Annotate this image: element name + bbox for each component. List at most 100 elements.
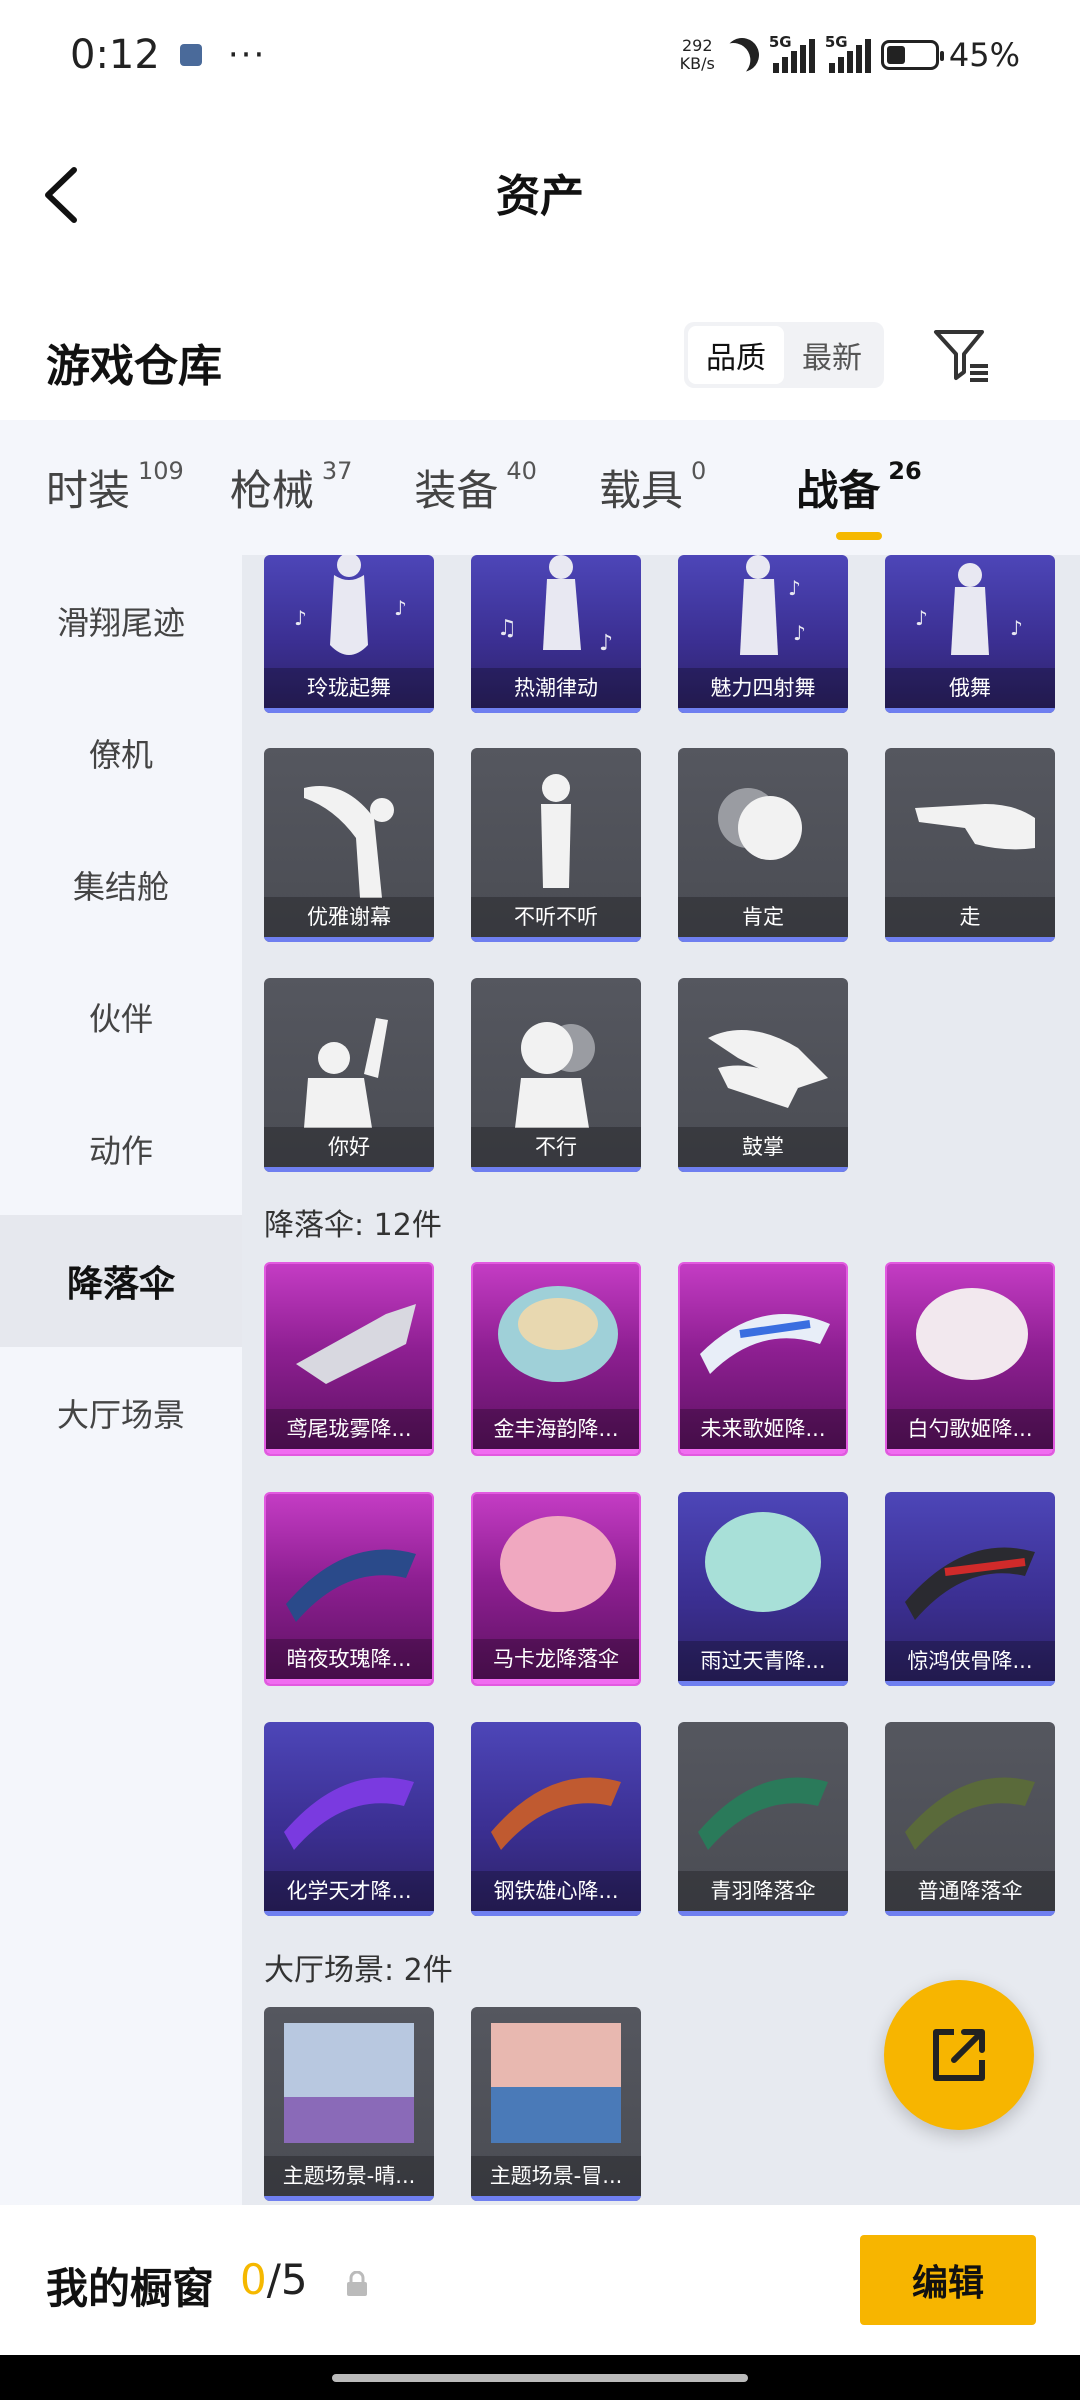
item-label: 你好	[264, 1127, 434, 1167]
item-grid-area[interactable]: ♪ ♪ 玲珑起舞 ♫ ♪ 热潮律动 ♪ ♪ 魅力四射舞 ♪ ♪ 俄舞 优雅谢幕 不	[242, 555, 1080, 2205]
showcase-bar: 我的橱窗 0/5 编辑	[0, 2205, 1080, 2355]
sidebar-item-glide-trail[interactable]: 滑翔尾迹	[0, 555, 242, 687]
sidebar-item-parachute[interactable]: 降落伞	[0, 1215, 242, 1347]
share-fab-button[interactable]	[884, 1980, 1034, 2130]
tab-fashion[interactable]: 时装 109	[46, 457, 184, 518]
tab-label: 时装	[46, 466, 131, 515]
sort-quality-button[interactable]: 品质	[688, 326, 784, 384]
scene-thumbnail-icon	[491, 2023, 621, 2143]
sort-toggle: 品质 最新	[684, 322, 884, 388]
item-label: 马卡龙降落伞	[473, 1639, 639, 1679]
sidebar-item-companion[interactable]: 伙伴	[0, 951, 242, 1083]
parachute-card[interactable]: 普通降落伞	[885, 1722, 1055, 1916]
svg-text:♪: ♪	[294, 606, 307, 630]
parachute-card[interactable]: 未来歌姬降...	[678, 1262, 848, 1456]
tab-readiness[interactable]: 战备 26	[796, 457, 922, 540]
category-tabs: 时装 109 枪械 37 装备 40 载具 0 战备 26	[0, 420, 1080, 555]
item-label: 走	[885, 897, 1055, 937]
parachute-row-2: 暗夜玫瑰降... 马卡龙降落伞 雨过天青降... 惊鸿侠骨降...	[264, 1492, 1055, 1686]
item-label: 化学天才降...	[264, 1871, 434, 1911]
emote-card[interactable]: 不听不听	[471, 748, 641, 942]
item-label: 金丰海韵降...	[473, 1409, 639, 1449]
glider-parachute-icon	[296, 1304, 416, 1384]
parachute-card[interactable]: 鸢尾珑雾降...	[264, 1262, 434, 1456]
sim1-label: 5G	[768, 33, 792, 51]
emote-card[interactable]: ♪ ♪ 魅力四射舞	[678, 555, 848, 713]
sidebar: 滑翔尾迹 僚机 集结舱 伙伴 动作 降落伞 大厅场景	[0, 555, 242, 2205]
wing-parachute-icon	[698, 1777, 828, 1850]
emote-card[interactable]: 鼓掌	[678, 978, 848, 1172]
item-label: 白勺歌姬降...	[887, 1409, 1053, 1449]
lobby-card[interactable]: 主题场景-冒...	[471, 2007, 641, 2201]
emote-card[interactable]: 你好	[264, 978, 434, 1172]
emote-card[interactable]: ♫ ♪ 热潮律动	[471, 555, 641, 713]
cover-ears-icon	[541, 774, 571, 888]
wing-parachute-icon	[491, 1777, 621, 1850]
wing-parachute-icon	[905, 1777, 1035, 1850]
item-label: 不行	[471, 1127, 641, 1167]
tab-label: 载具	[598, 466, 683, 515]
bow-pose-icon	[304, 786, 394, 898]
svg-text:♪: ♪	[915, 606, 928, 630]
showcase-count-current: 0	[240, 2255, 267, 2304]
parachute-card[interactable]: 青羽降落伞	[678, 1722, 848, 1916]
emote-card[interactable]: 肯定	[678, 748, 848, 942]
showcase-count: 0/5	[240, 2255, 308, 2304]
round-parachute-icon	[500, 1516, 616, 1612]
showcase-label: 我的橱窗	[46, 2264, 215, 2313]
item-label: 青羽降落伞	[678, 1871, 848, 1911]
sidebar-item-pod[interactable]: 集结舱	[0, 819, 242, 951]
emote-card[interactable]: 不行	[471, 978, 641, 1172]
lobby-section-title: 大厅场景: 2件	[264, 1953, 453, 1988]
item-label: 俄舞	[885, 668, 1055, 708]
wave-hello-icon	[304, 1018, 388, 1128]
svg-text:♪: ♪	[1010, 616, 1023, 640]
item-label: 魅力四射舞	[678, 668, 848, 708]
filter-icon	[934, 330, 988, 382]
emote-card[interactable]: 优雅谢幕	[264, 748, 434, 942]
battery-percent: 45%	[948, 36, 1020, 74]
wing-parachute-icon	[286, 1549, 416, 1622]
lobby-card[interactable]: 主题场景-晴...	[264, 2007, 434, 2201]
emote-row-2: 优雅谢幕 不听不听 肯定 走	[264, 748, 1055, 942]
wing-parachute-icon	[905, 1547, 1035, 1620]
home-gesture-handle[interactable]	[332, 2374, 748, 2382]
showcase-count-total: /5	[266, 2255, 308, 2304]
sidebar-item-emote[interactable]: 动作	[0, 1083, 242, 1215]
svg-text:♪: ♪	[394, 596, 407, 620]
parachute-card[interactable]: 雨过天青降...	[678, 1492, 848, 1686]
parachute-card[interactable]: 暗夜玫瑰降...	[264, 1492, 434, 1686]
emote-card[interactable]: ♪ ♪ 玲珑起舞	[264, 555, 434, 713]
external-link-icon	[933, 2029, 985, 2081]
sort-newest-button[interactable]: 最新	[784, 326, 880, 384]
parachute-card[interactable]: 化学天才降...	[264, 1722, 434, 1916]
item-label: 未来歌姬降...	[680, 1409, 846, 1449]
clap-hands-icon	[708, 1030, 828, 1108]
filter-button[interactable]	[930, 322, 994, 388]
edit-button[interactable]: 编辑	[860, 2235, 1036, 2325]
parachute-card[interactable]: 马卡龙降落伞	[471, 1492, 641, 1686]
emote-card[interactable]: ♪ ♪ 俄舞	[885, 555, 1055, 713]
tab-label: 枪械	[229, 466, 314, 515]
sidebar-item-lobby[interactable]: 大厅场景	[0, 1347, 242, 1479]
item-label: 普通降落伞	[885, 1871, 1055, 1911]
item-label: 热潮律动	[471, 668, 641, 708]
page-title: 资产	[496, 171, 584, 222]
sidebar-item-wingman[interactable]: 僚机	[0, 687, 242, 819]
pointing-hand-icon	[915, 804, 1035, 850]
tab-count: 37	[321, 457, 353, 485]
parachute-card[interactable]: 钢铁雄心降...	[471, 1722, 641, 1916]
parachute-card[interactable]: 惊鸿侠骨降...	[885, 1492, 1055, 1686]
tab-guns[interactable]: 枪械 37	[230, 457, 353, 518]
emote-card[interactable]: 走	[885, 748, 1055, 942]
parachute-card[interactable]: 金丰海韵降...	[471, 1262, 641, 1456]
svg-text:♪: ♪	[599, 631, 613, 656]
signal-icon-1: 5G	[769, 33, 815, 73]
tab-equipment[interactable]: 装备 40	[414, 457, 537, 518]
sim2-label: 5G	[824, 33, 848, 51]
tab-vehicles[interactable]: 载具 0	[599, 457, 706, 518]
more-notifications-icon: ···	[227, 35, 267, 75]
header: 资产	[0, 110, 1080, 270]
parachute-card[interactable]: 白勺歌姬降...	[885, 1262, 1055, 1456]
parachute-row-3: 化学天才降... 钢铁雄心降... 青羽降落伞 普通降落伞	[264, 1722, 1055, 1916]
